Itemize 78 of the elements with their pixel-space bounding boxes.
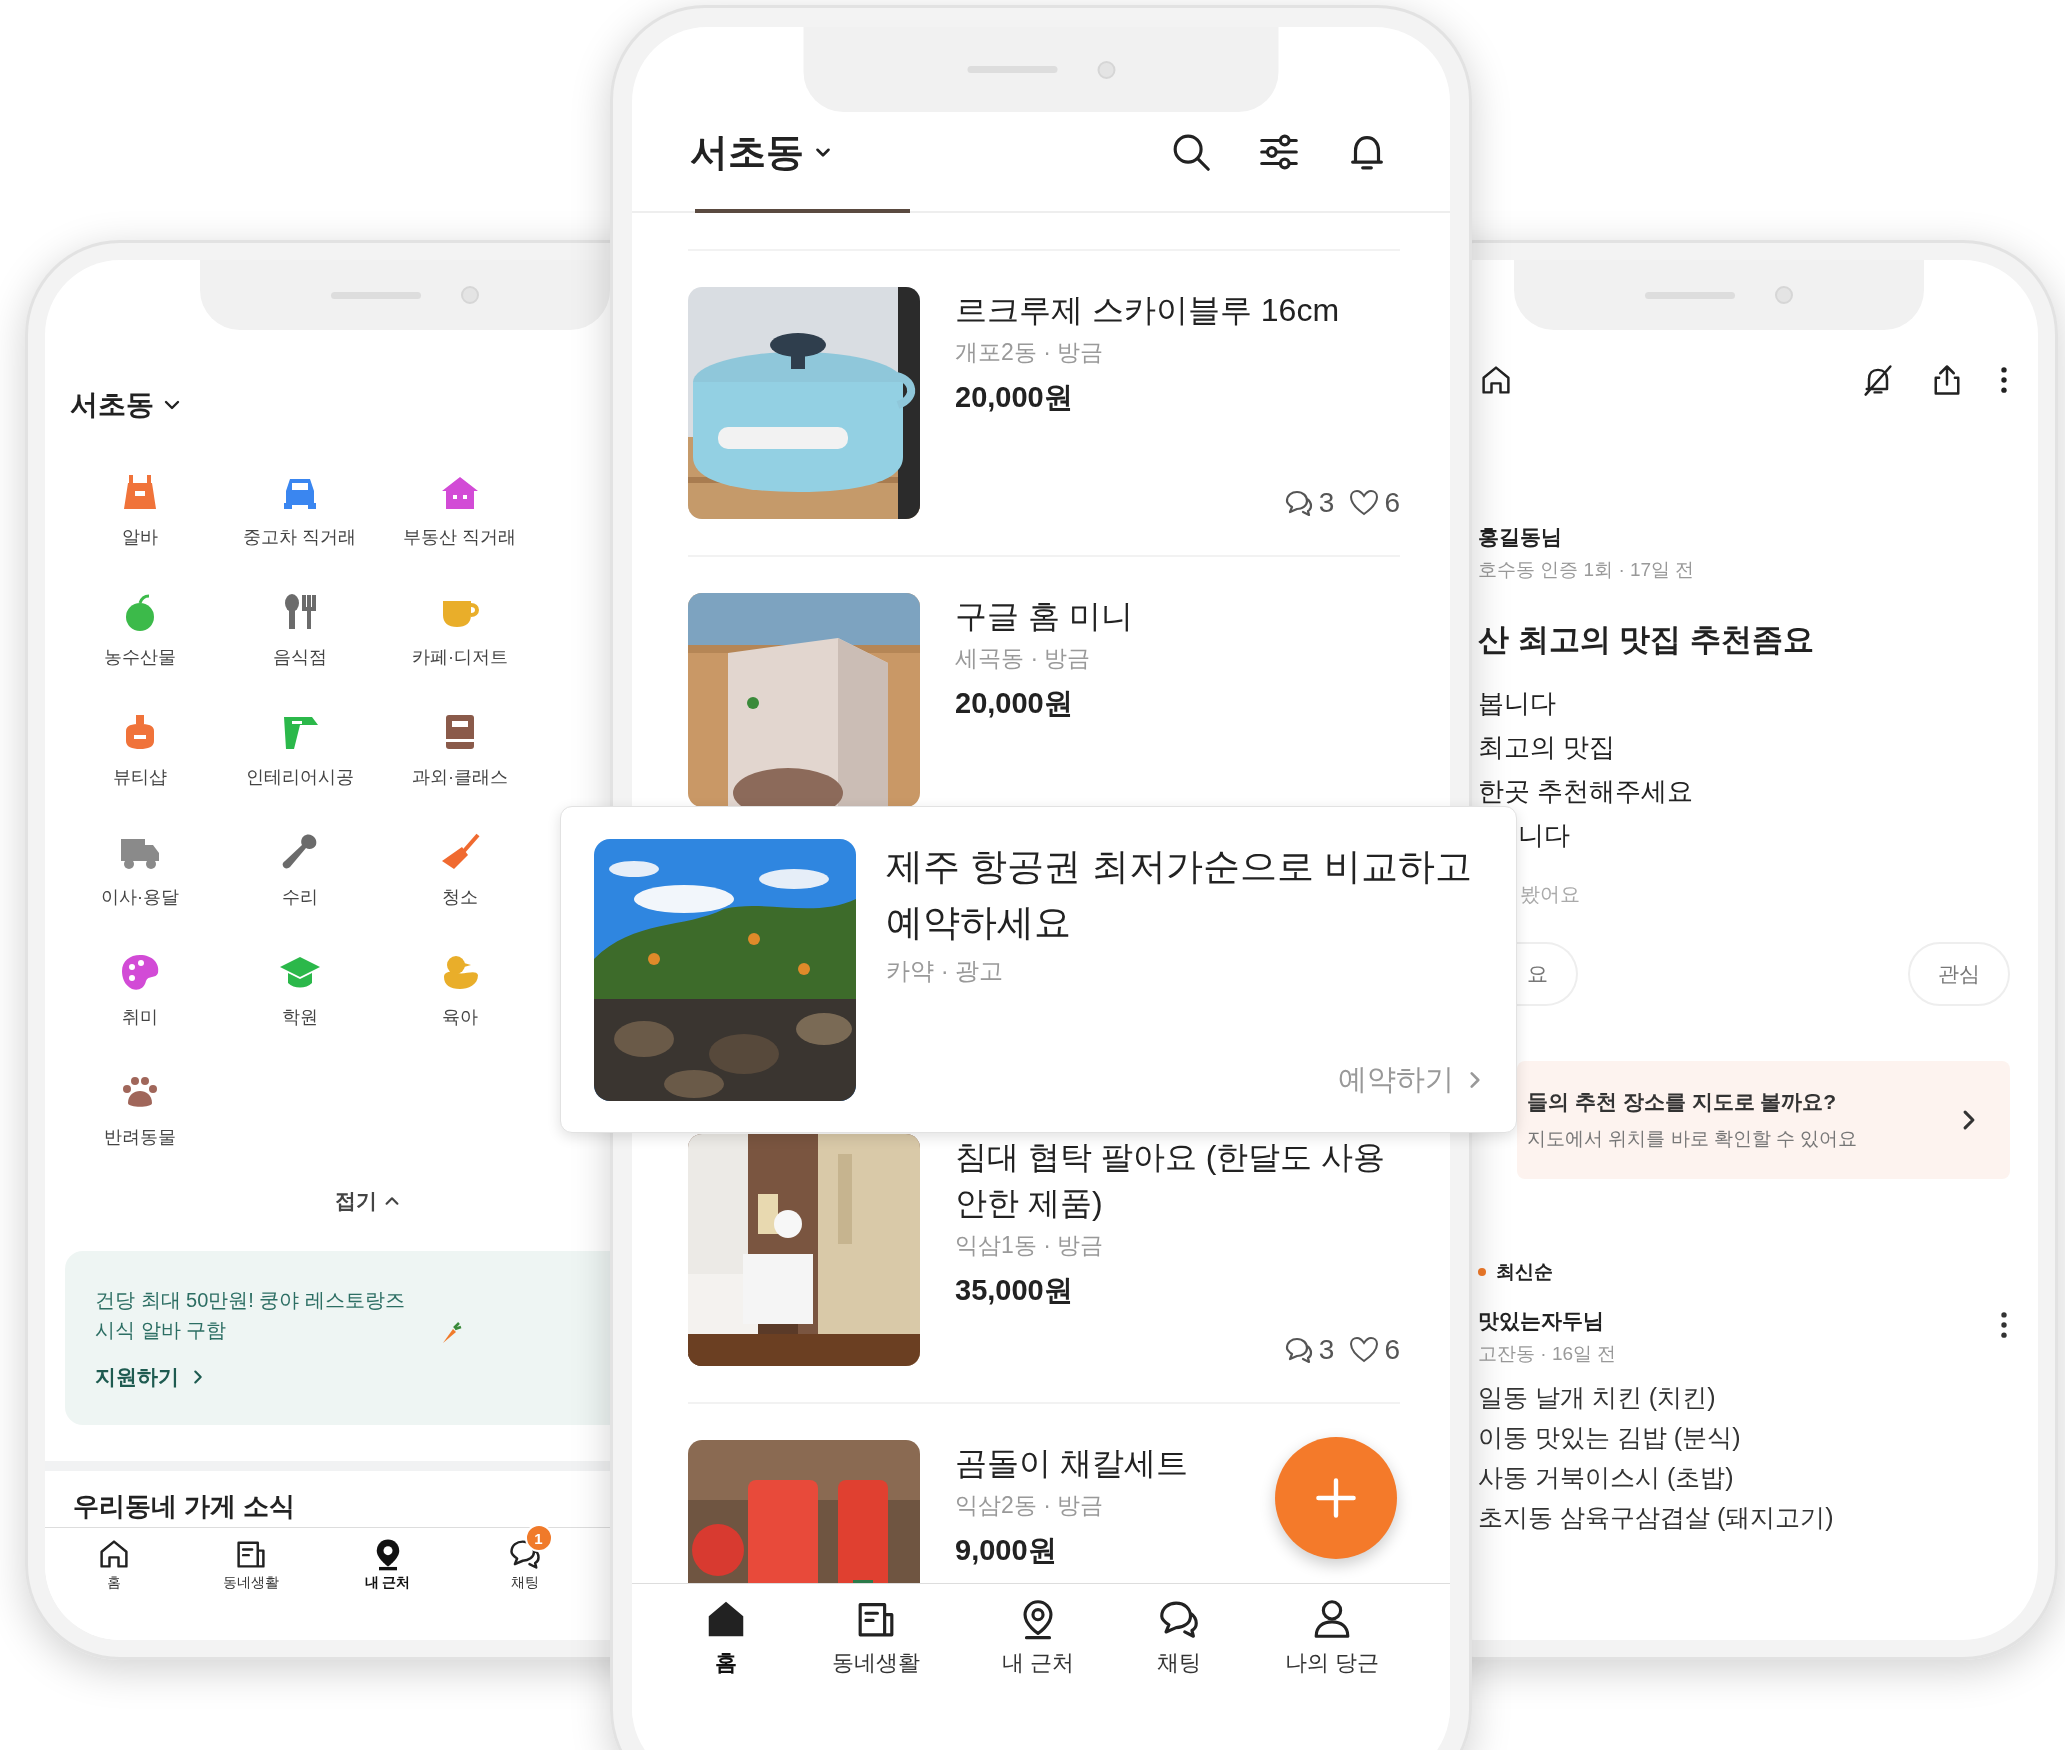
section-title: 우리동네 가게 소식 [72, 1490, 297, 1524]
category-button[interactable]: 이사·용달 [60, 830, 220, 909]
post-text: 한곳 추천해주세요 [1478, 775, 1695, 808]
apply-link[interactable]: 지원하기 [95, 1362, 207, 1391]
listing-item[interactable]: 구글 홈 미니 세곡동 · 방금 20,000원 [688, 557, 1400, 807]
category-button[interactable]: 과외·클래스 [380, 710, 540, 789]
category-button[interactable]: 음식점 [220, 590, 380, 669]
post-text: 니다 [1517, 819, 1571, 852]
nav-tab[interactable]: 나의 당근 [1284, 1596, 1379, 1718]
comment-meta: 고잔동 · 16일 전 [1478, 1342, 1617, 1366]
ad-card[interactable]: 제주 항공권 최저가순으로 비교하고 예약하세요 카약 · 광고 예약하기 [560, 806, 1517, 1133]
category-button[interactable]: 반려동물 [60, 1070, 220, 1149]
category-button[interactable]: 인테리어시공 [220, 710, 380, 789]
category-button[interactable]: 청소 [380, 830, 540, 909]
comment-author: 맛있는자두님 [1478, 1308, 1605, 1334]
listing-item[interactable]: 르크루제 스카이블루 16cm 개포2동 · 방금 20,000원 3 6 [688, 251, 1400, 557]
category-button[interactable]: 농수산물 [60, 590, 220, 669]
ad-title: 제주 항공권 최저가순으로 비교하고 예약하세요 [886, 845, 1473, 945]
post-note: 봤어요 [1519, 882, 1581, 907]
category-button[interactable]: 학원 [220, 950, 380, 1029]
comment-count: 3 [1318, 487, 1335, 519]
post-text: 봅니다 [1478, 687, 1557, 720]
map-banner[interactable]: 들의 추천 장소를 지도로 볼까요? 지도에서 위치를 바로 확인할 수 있어요 [1517, 1061, 2010, 1179]
post-text: 최고의 맛집 [1478, 731, 1617, 764]
location-selector[interactable]: 서초동 [690, 126, 834, 178]
listing-title: 침대 협탁 팔아요 (한달도 사용 안한 제품) [955, 1138, 1387, 1223]
nav-tab[interactable]: 동네생활 [831, 1596, 920, 1718]
post-meta: 호수동 인증 1회 · 17일 전 [1478, 558, 1696, 582]
category-button[interactable]: 취미 [60, 950, 220, 1029]
comment-count: 3 [1318, 1334, 1335, 1366]
listing-price: 20,000원 [955, 686, 1073, 721]
collapse-button[interactable]: 접기 [335, 1186, 401, 1215]
location-selector[interactable]: 서초동 [70, 385, 182, 425]
listing-title: 구글 홈 미니 [955, 597, 1133, 636]
nav-tab[interactable]: 동네생활 [182, 1528, 319, 1640]
camera [1775, 286, 1793, 304]
listing-item[interactable]: 침대 협탁 팔아요 (한달도 사용 안한 제품) 익삼1동 · 방금 35,000원 3 6 [688, 1134, 1400, 1404]
author-name: 홍길동님 [1478, 524, 1563, 550]
add-button[interactable] [1275, 1437, 1397, 1559]
category-button[interactable]: 뷰티샵 [60, 710, 220, 789]
listing-price: 9,000원 [955, 1533, 1057, 1568]
post-title: 산 최고의 맛집 추천좀요 [1478, 621, 1815, 659]
banner-title: 들의 추천 장소를 지도로 볼까요? [1527, 1089, 1838, 1115]
category-button[interactable]: 육아 [380, 950, 540, 1029]
pill-button[interactable]: 관심 [1908, 942, 2010, 1006]
comment-text: 일동 날개 치킨 (치킨) [1478, 1382, 1717, 1413]
sort-option[interactable]: 최신순 [1496, 1259, 1553, 1285]
nav-tab[interactable]: 내 근처 [1001, 1596, 1074, 1718]
category-button[interactable]: 수리 [220, 830, 380, 909]
like-count: 6 [1384, 1334, 1400, 1366]
nav-tab[interactable]: 홈 [703, 1596, 750, 1718]
listing-price: 35,000원 [955, 1273, 1073, 1308]
camera [1097, 60, 1115, 79]
listing-location: 세곡동 · 방금 [955, 644, 1091, 673]
nav-tab[interactable]: 홈 [45, 1528, 182, 1640]
ad-source: 카약 · 광고 [886, 956, 1005, 986]
nav-tab[interactable]: 채팅 [1156, 1596, 1203, 1718]
listing-location: 개포2동 · 방금 [955, 338, 1104, 367]
comment-text: 이동 맛있는 김밥 (분식) [1478, 1422, 1742, 1453]
comment-text: 초지동 삼육구삼겹살 (돼지고기) [1478, 1502, 1835, 1533]
nav-tab[interactable]: 내 근처 [319, 1528, 456, 1640]
plus-icon [1314, 1476, 1358, 1520]
listing-title: 르크루제 스카이블루 16cm [955, 291, 1340, 330]
dot-icon [1478, 1268, 1486, 1276]
listing-location: 익삼1동 · 방금 [955, 1231, 1104, 1260]
listing-price: 20,000원 [955, 380, 1073, 415]
like-count: 6 [1384, 487, 1400, 519]
category-button[interactable]: 알바 [60, 470, 220, 549]
comment-text: 사동 거북이스시 (초밥) [1478, 1462, 1735, 1493]
notification-badge: 1 [524, 1524, 553, 1552]
category-button[interactable]: 카페·디저트 [380, 590, 540, 669]
listing-location: 익삼2동 · 방금 [955, 1491, 1104, 1520]
camera [461, 286, 479, 304]
banner-text: 건당 최대 50만원! 쿵야 레스토랑즈 시식 알바 구함 [95, 1287, 407, 1343]
category-button[interactable]: 부동산 직거래 [380, 470, 540, 549]
category-button[interactable]: 중고차 직거래 [220, 470, 380, 549]
banner-subtitle: 지도에서 위치를 바로 확인할 수 있어요 [1527, 1127, 1859, 1151]
listing-title: 곰돌이 채칼세트 [955, 1444, 1188, 1483]
